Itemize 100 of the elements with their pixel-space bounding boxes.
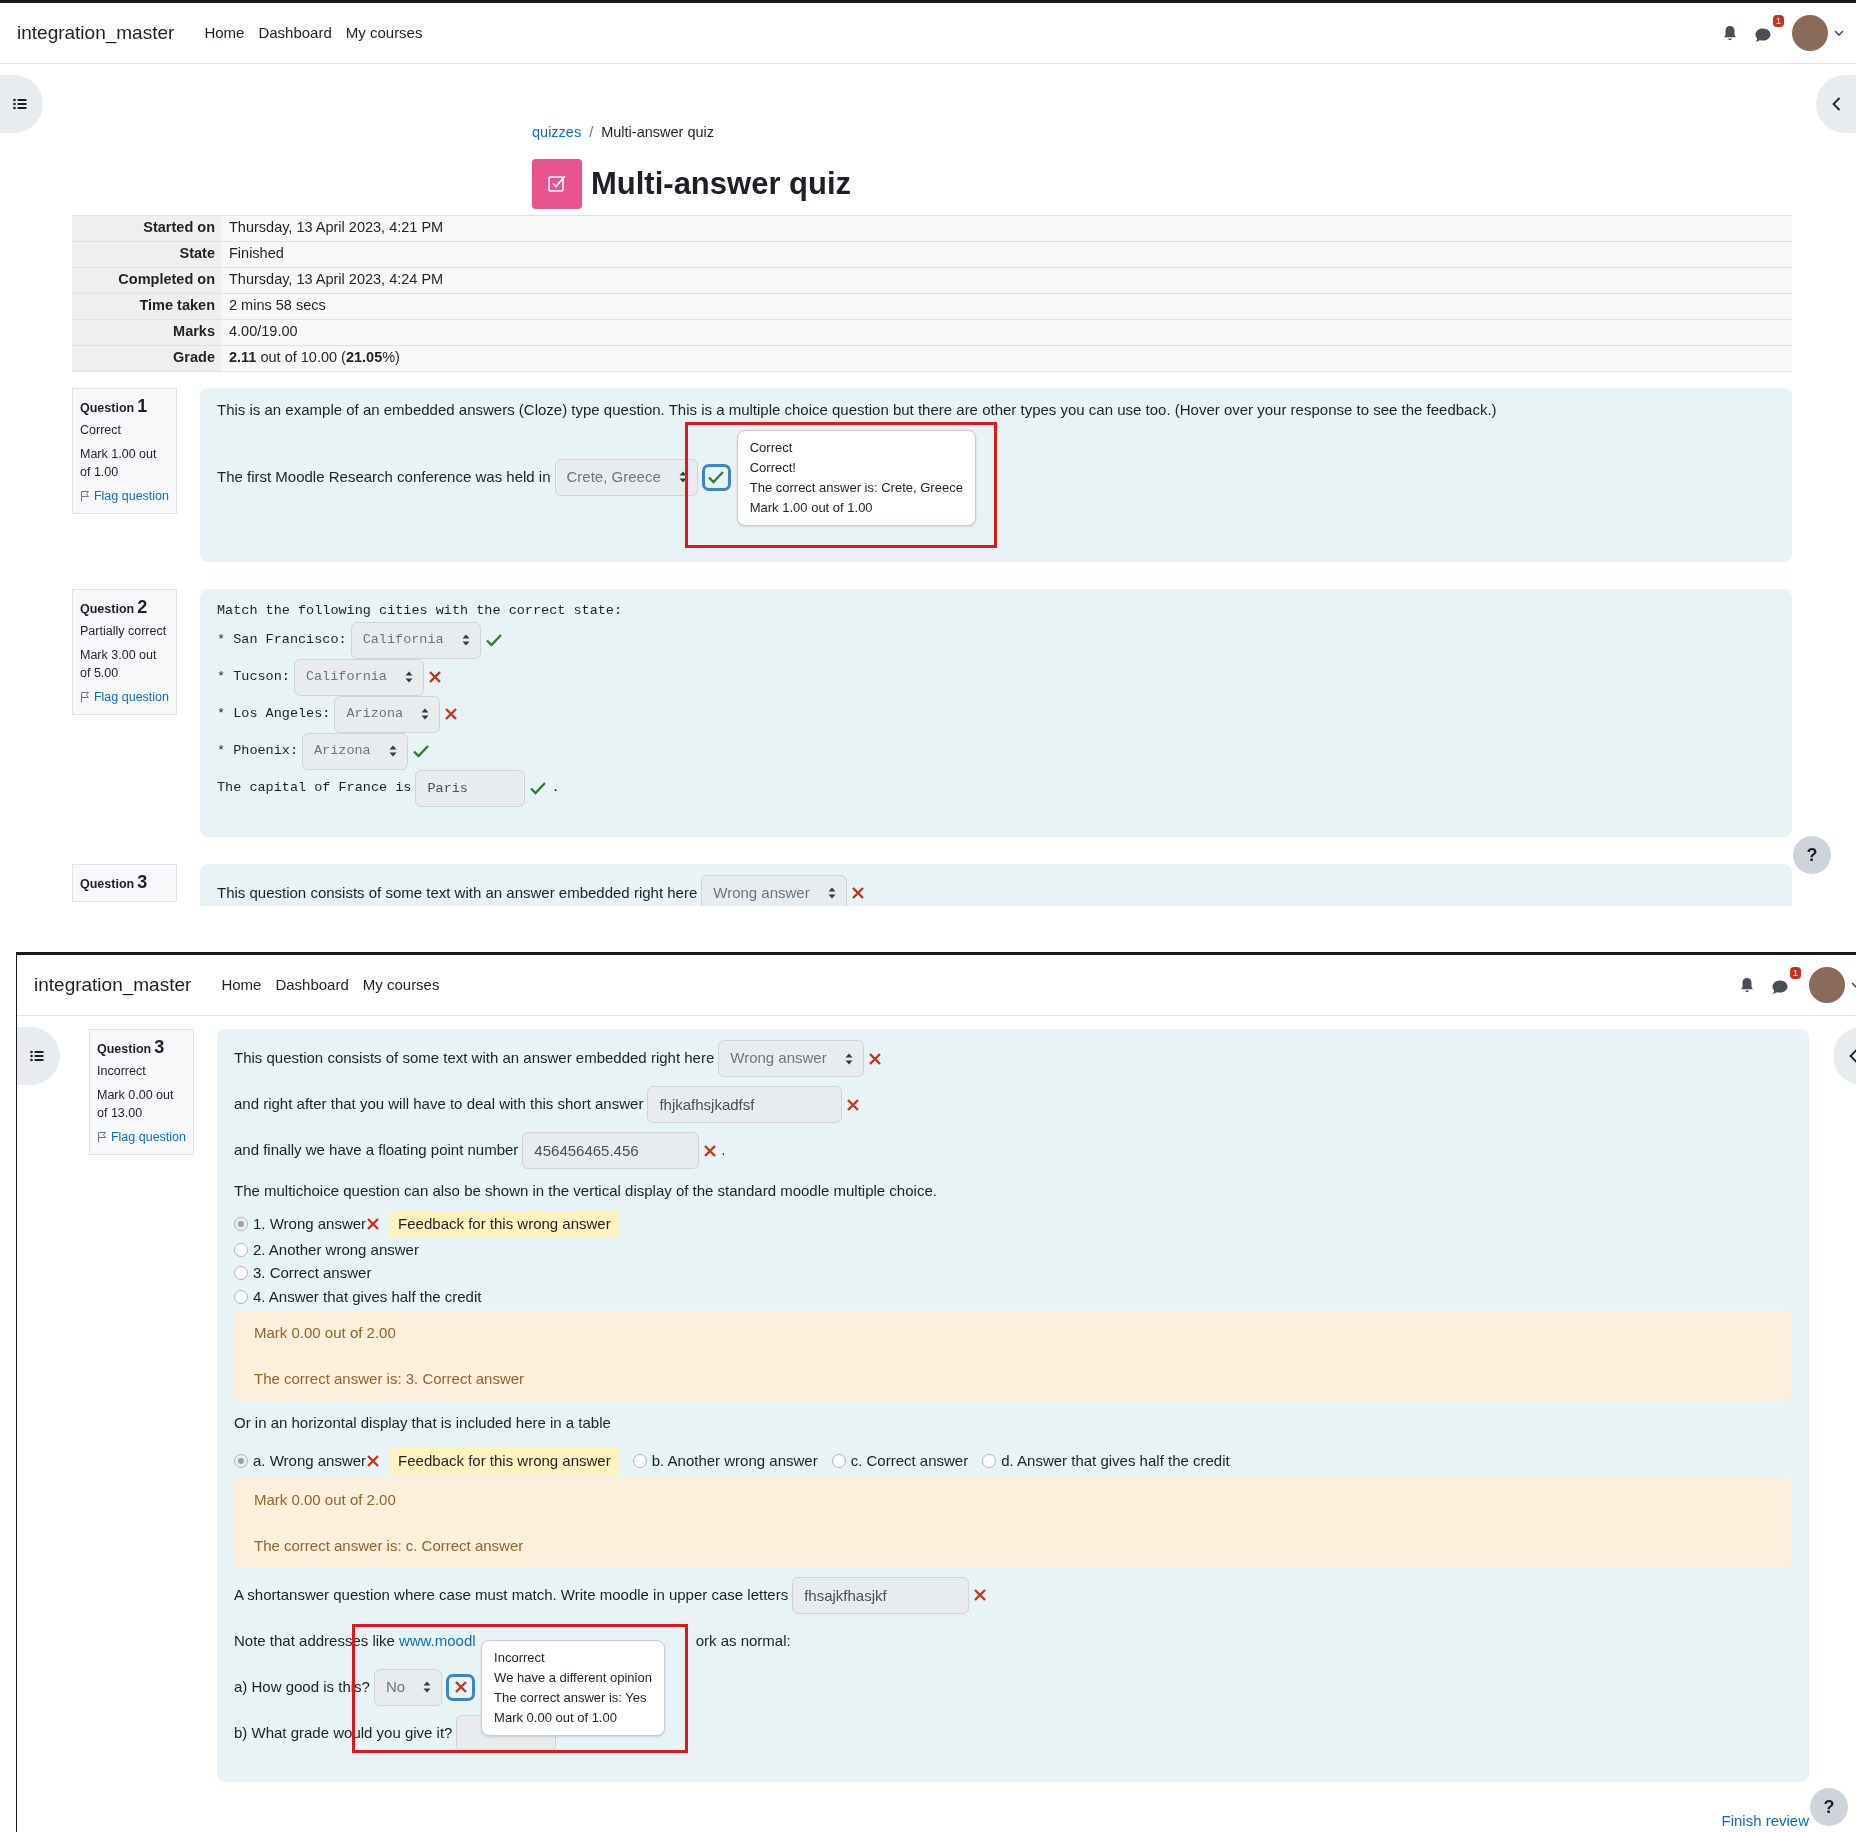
- course-index-toggle[interactable]: [17, 1027, 60, 1085]
- radio-button[interactable]: [632, 1454, 647, 1469]
- dropdown[interactable]: Arizona: [302, 732, 408, 770]
- feedback-text: Feedback for this wrong answer: [390, 1211, 619, 1238]
- help-button[interactable]: ?: [1810, 1788, 1848, 1826]
- question-text: This is an example of an embedded answers (Cloze) type question. This is a multiple choice question but there are other types you can use too. (Hover over your response to see the feedback.): [217, 399, 1498, 420]
- block-drawer-toggle[interactable]: [1816, 75, 1856, 133]
- nav-link[interactable]: Home: [204, 21, 245, 45]
- tooltip-text: Mark 0.00 out of 1.00: [494, 1708, 618, 1727]
- nav-link[interactable]: My courses: [345, 21, 423, 45]
- finish-review-link[interactable]: Finish review: [1721, 1809, 1809, 1832]
- option-label[interactable]: 2. Another wrong answer: [253, 1238, 419, 1261]
- question-state: Incorrect: [97, 1063, 147, 1080]
- flag-icon: [80, 489, 90, 502]
- option-label[interactable]: d. Answer that gives half the credit: [1001, 1450, 1230, 1473]
- question-label: Question: [80, 399, 135, 417]
- chevron-left-icon: [1831, 97, 1841, 111]
- avatar[interactable]: [1809, 967, 1845, 1003]
- dropdown[interactable]: Wrong answer: [718, 1040, 864, 1077]
- question-number: 2: [137, 597, 148, 616]
- breadcrumb-current: Multi-answer quiz: [601, 123, 715, 142]
- dropdown[interactable]: Crete, Greece: [554, 458, 698, 496]
- option-label[interactable]: c. Correct answer: [850, 1450, 969, 1473]
- flag-question-link[interactable]: Flag question: [80, 486, 169, 505]
- dropdown[interactable]: California: [293, 658, 424, 696]
- dropdown[interactable]: No: [373, 1668, 443, 1706]
- page-title: Multi-answer quiz: [591, 164, 852, 203]
- answer-field[interactable]: Paris: [415, 769, 526, 807]
- list-icon: [12, 98, 27, 110]
- message-count-badge: 1: [1790, 967, 1801, 979]
- question-text: Or in an horizontal display that is included here in a table: [234, 1413, 612, 1433]
- flag-question-link[interactable]: Flag question: [97, 1128, 186, 1146]
- message-count-badge: 1: [1773, 15, 1784, 27]
- summary-label: Grade: [72, 345, 222, 371]
- radio-button[interactable]: [234, 1266, 248, 1281]
- breadcrumb-link[interactable]: quizzes: [532, 122, 582, 144]
- radio-button[interactable]: [234, 1454, 248, 1469]
- checkbox-icon: [547, 173, 567, 194]
- radio-button[interactable]: [234, 1242, 248, 1257]
- option-label[interactable]: 4. Answer that gives half the credit: [253, 1285, 482, 1308]
- summary-value: Thursday, 13 April 2023, 4:24 PM: [228, 270, 444, 290]
- option-label[interactable]: 1. Wrong answer: [253, 1213, 367, 1236]
- question-text: * Tucson:: [217, 668, 290, 687]
- nav-link[interactable]: Dashboard: [275, 973, 349, 997]
- dropdown[interactable]: Arizona: [334, 695, 441, 733]
- web-link[interactable]: www.moodl: [398, 1629, 476, 1653]
- tooltip-text: The correct answer is: Crete, Greece: [749, 478, 963, 497]
- dropdown[interactable]: Wrong answer: [701, 874, 847, 906]
- nav-link[interactable]: Dashboard: [258, 21, 332, 45]
- radio-button[interactable]: [831, 1454, 846, 1469]
- site-name[interactable]: integration_master: [34, 970, 192, 1000]
- dropdown[interactable]: California: [350, 621, 481, 659]
- outcome-text: Mark 0.00 out of 2.00: [254, 1489, 397, 1510]
- question-number: 1: [137, 396, 148, 415]
- outcome-text: The correct answer is: 3. Correct answer: [254, 1369, 526, 1389]
- summary-label: Completed on: [72, 267, 222, 293]
- radio-button[interactable]: [234, 1289, 248, 1304]
- question-label: Question: [80, 600, 135, 618]
- answer-field[interactable]: fhjkafhsjkadfsf: [647, 1086, 843, 1123]
- messages-button[interactable]: 1: [1754, 15, 1784, 45]
- question-text: The capital of France is: [217, 779, 412, 798]
- caret-down-icon: [1834, 30, 1844, 36]
- avatar[interactable]: [1792, 15, 1828, 51]
- summary-value: 2 mins 58 secs: [228, 296, 326, 316]
- site-name[interactable]: integration_master: [17, 18, 175, 48]
- sort-arrows-icon: [404, 671, 413, 684]
- question-label: Question: [80, 875, 135, 893]
- sort-arrows-icon: [844, 1052, 853, 1065]
- radio-button[interactable]: [234, 1217, 248, 1232]
- chat-icon: [1771, 979, 1789, 995]
- summary-value: 2.11 out of 10.00 (21.05%): [228, 348, 400, 368]
- chat-icon: [1754, 27, 1772, 43]
- flag-question-link[interactable]: Flag question: [80, 687, 169, 706]
- nav-link[interactable]: Home: [221, 973, 262, 997]
- tooltip-text: Correct: [749, 438, 794, 457]
- nav-link[interactable]: My courses: [362, 973, 440, 997]
- sort-arrows-icon: [827, 887, 836, 900]
- question-text: The multichoice question can also be shown in the vertical display of the standard moodle multiple choice.: [234, 1181, 938, 1201]
- option-label[interactable]: b. Another wrong answer: [651, 1450, 818, 1473]
- option-label[interactable]: 3. Correct answer: [253, 1262, 372, 1285]
- messages-button[interactable]: 1: [1771, 967, 1801, 997]
- bell-icon: [1740, 977, 1754, 993]
- outcome-text: Mark 0.00 out of 2.00: [254, 1323, 397, 1343]
- option-label[interactable]: a. Wrong answer: [253, 1450, 367, 1473]
- tooltip-text: Incorrect: [494, 1648, 546, 1667]
- course-index-toggle[interactable]: [0, 75, 43, 133]
- sort-arrows-icon: [421, 708, 430, 721]
- bell-icon: [1723, 25, 1737, 41]
- summary-value: Thursday, 13 April 2023, 4:21 PM: [228, 218, 444, 238]
- help-button[interactable]: ?: [1793, 836, 1831, 874]
- question-text: * Los Angeles:: [217, 705, 331, 724]
- feedback-text: Feedback for this wrong answer: [390, 1448, 619, 1475]
- question-number: 3: [154, 1038, 165, 1056]
- question-text: and finally we have a floating point number: [234, 1140, 519, 1161]
- answer-field[interactable]: 456456465.456: [522, 1132, 700, 1169]
- question-text: A shortanswer question where case must match. Write moodle in upper case letters: [234, 1584, 789, 1605]
- sort-arrows-icon: [461, 634, 470, 647]
- question-text: The first Moodle Research conference was held in: [217, 467, 551, 487]
- radio-button[interactable]: [982, 1454, 997, 1469]
- answer-field[interactable]: fhsajkfhasjkf: [792, 1576, 970, 1614]
